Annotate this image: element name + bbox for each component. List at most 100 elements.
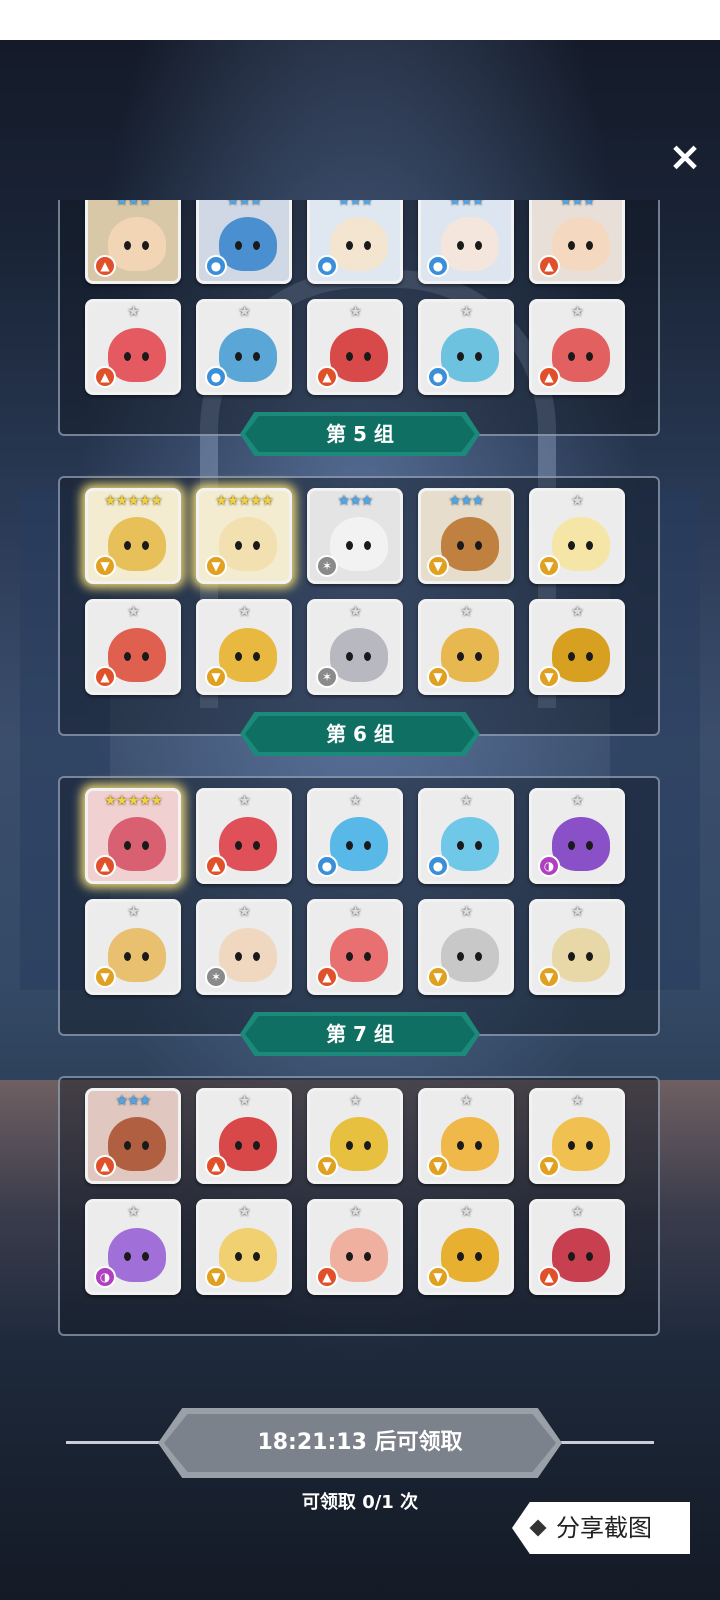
close-button[interactable]: × bbox=[664, 136, 706, 178]
hero-eye bbox=[346, 352, 353, 361]
hero-tile[interactable]: ★ ▲ bbox=[529, 1199, 625, 1295]
hero-tile[interactable]: ★★★ ▲ bbox=[85, 200, 181, 284]
hero-tile[interactable]: ★ ◑ bbox=[529, 788, 625, 884]
hero-tile[interactable]: ★ ▲ bbox=[196, 1088, 292, 1184]
hero-tile[interactable]: ★ ▲ bbox=[307, 899, 403, 995]
hero-tile[interactable]: ★ ● bbox=[196, 299, 292, 395]
group-card: ★★★★★ ▼ ★★★★★ ▼ ★★★ ✶ ★★★ ▼ ★ ▼ ★ ▲ ★ ▼ ★ ✶ ★ ▼ ★ ▼ bbox=[58, 476, 660, 736]
hero-tile[interactable]: ★★★★★ ▼ bbox=[85, 488, 181, 584]
hero-tile[interactable]: ★ ▲ bbox=[85, 299, 181, 395]
hero-tile[interactable]: ★ ▼ bbox=[85, 899, 181, 995]
hero-tile[interactable]: ★ ▲ bbox=[307, 1199, 403, 1295]
hero-portrait bbox=[108, 1117, 166, 1171]
hero-eye bbox=[475, 241, 482, 250]
earth-element-icon: ▼ bbox=[205, 666, 227, 688]
star-rating-icon: ★ bbox=[460, 1093, 473, 1109]
hero-tile[interactable]: ★ ▼ bbox=[529, 488, 625, 584]
hero-tile[interactable]: ★ ▼ bbox=[529, 899, 625, 995]
hero-portrait bbox=[330, 1117, 388, 1171]
star-rating-icon: ★★★ bbox=[448, 200, 485, 209]
earth-element-icon: ▼ bbox=[205, 1266, 227, 1288]
share-screenshot-button[interactable]: 分享截图 bbox=[512, 1502, 690, 1554]
hero-eye bbox=[568, 541, 575, 550]
group-list[interactable]: ★★★▲★★★●★★★●★★★●★★★▲★▲★●★▲★●★▲第 4 组★★★★★… bbox=[0, 200, 720, 1410]
hero-tile[interactable]: ★ ◑ bbox=[85, 1199, 181, 1295]
group-card: ★★★ ▲ ★ ▲ ★ ▼ ★ ▼ ★ ▼ ★ ◑ ★ ▼ ★ ▲ ★ ▼ ★ ▲ bbox=[58, 1076, 660, 1336]
claim-countdown-button[interactable]: 18:21:13 后可领取 bbox=[158, 1408, 562, 1478]
hero-tile[interactable]: ★★★ ▲ bbox=[529, 200, 625, 284]
hero-tile[interactable]: ★ ✶ bbox=[196, 899, 292, 995]
hero-portrait bbox=[330, 517, 388, 571]
hero-tile[interactable]: ★ ▲ bbox=[85, 599, 181, 695]
hero-tile[interactable]: ★★★ ● bbox=[418, 200, 514, 284]
star-rating-icon: ★ bbox=[571, 493, 584, 509]
earth-element-icon: ▼ bbox=[205, 555, 227, 577]
hero-portrait bbox=[552, 328, 610, 382]
earth-element-icon: ▼ bbox=[538, 966, 560, 988]
hero-eye bbox=[142, 1141, 149, 1150]
hero-eye bbox=[364, 952, 371, 961]
hero-eye bbox=[457, 841, 464, 850]
star-rating-icon: ★ bbox=[238, 604, 251, 620]
hero-portrait bbox=[108, 928, 166, 982]
hero-eye bbox=[457, 952, 464, 961]
hero-tile[interactable]: ★ ▼ bbox=[418, 1088, 514, 1184]
hero-portrait bbox=[108, 817, 166, 871]
hero-tile[interactable]: ★ ● bbox=[418, 788, 514, 884]
group-header: 第 6 组 bbox=[240, 712, 480, 756]
hero-tile[interactable]: ★ ● bbox=[418, 299, 514, 395]
hero-eye bbox=[124, 952, 131, 961]
star-rating-icon: ★ bbox=[349, 904, 362, 920]
hero-tile[interactable]: ★ ▼ bbox=[307, 1088, 403, 1184]
wind-element-icon: ✶ bbox=[316, 555, 338, 577]
hero-tile[interactable]: ★★★★★ ▲ bbox=[85, 788, 181, 884]
hero-tile[interactable]: ★★★ ● bbox=[307, 200, 403, 284]
hero-eye bbox=[124, 352, 131, 361]
star-rating-icon: ★ bbox=[571, 793, 584, 809]
diamond-icon bbox=[529, 1519, 547, 1537]
hero-eye bbox=[586, 241, 593, 250]
hero-eye bbox=[568, 1141, 575, 1150]
group-header: 第 7 组 bbox=[240, 1012, 480, 1056]
hero-tile[interactable]: ★ ▼ bbox=[418, 899, 514, 995]
hero-tile[interactable]: ★ ▲ bbox=[196, 788, 292, 884]
hero-tile[interactable]: ★ ▲ bbox=[529, 299, 625, 395]
hero-tile[interactable]: ★ ▼ bbox=[529, 599, 625, 695]
hero-tile[interactable]: ★ ✶ bbox=[307, 599, 403, 695]
group-header-label: 第 6 组 bbox=[326, 722, 394, 746]
hero-eye bbox=[253, 352, 260, 361]
hero-tile[interactable]: ★★★★★ ▼ bbox=[196, 488, 292, 584]
hero-tile[interactable]: ★ ▼ bbox=[418, 1199, 514, 1295]
star-rating-icon: ★★★ bbox=[448, 493, 485, 509]
hero-tile[interactable]: ★ ▼ bbox=[529, 1088, 625, 1184]
hero-portrait bbox=[108, 628, 166, 682]
hero-eye bbox=[475, 541, 482, 550]
star-rating-icon: ★★★ bbox=[337, 200, 374, 209]
hero-eye bbox=[346, 1252, 353, 1261]
hero-tile[interactable]: ★★★ ▲ bbox=[85, 1088, 181, 1184]
hero-portrait bbox=[219, 517, 277, 571]
hero-portrait bbox=[552, 928, 610, 982]
hero-eye bbox=[346, 952, 353, 961]
close-icon: × bbox=[668, 134, 702, 180]
hero-tile[interactable]: ★ ▼ bbox=[196, 1199, 292, 1295]
divider-right bbox=[546, 1441, 654, 1444]
earth-element-icon: ▼ bbox=[538, 555, 560, 577]
hero-tile[interactable]: ★ ▲ bbox=[307, 299, 403, 395]
star-rating-icon: ★★★ bbox=[115, 200, 152, 209]
hero-eye bbox=[142, 952, 149, 961]
hero-eye bbox=[235, 952, 242, 961]
hero-eye bbox=[346, 652, 353, 661]
star-rating-icon: ★★★★★ bbox=[104, 493, 163, 509]
hero-tile[interactable]: ★★★ ✶ bbox=[307, 488, 403, 584]
hero-eye bbox=[235, 1141, 242, 1150]
hero-tile[interactable]: ★ ● bbox=[307, 788, 403, 884]
hero-eye bbox=[253, 1252, 260, 1261]
hero-tile[interactable]: ★★★ ● bbox=[196, 200, 292, 284]
star-rating-icon: ★★★★★ bbox=[104, 793, 163, 809]
hero-tile[interactable]: ★ ▼ bbox=[418, 599, 514, 695]
hero-tile[interactable]: ★★★ ▼ bbox=[418, 488, 514, 584]
star-rating-icon: ★ bbox=[460, 793, 473, 809]
water-element-icon: ● bbox=[316, 855, 338, 877]
hero-tile[interactable]: ★ ▼ bbox=[196, 599, 292, 695]
